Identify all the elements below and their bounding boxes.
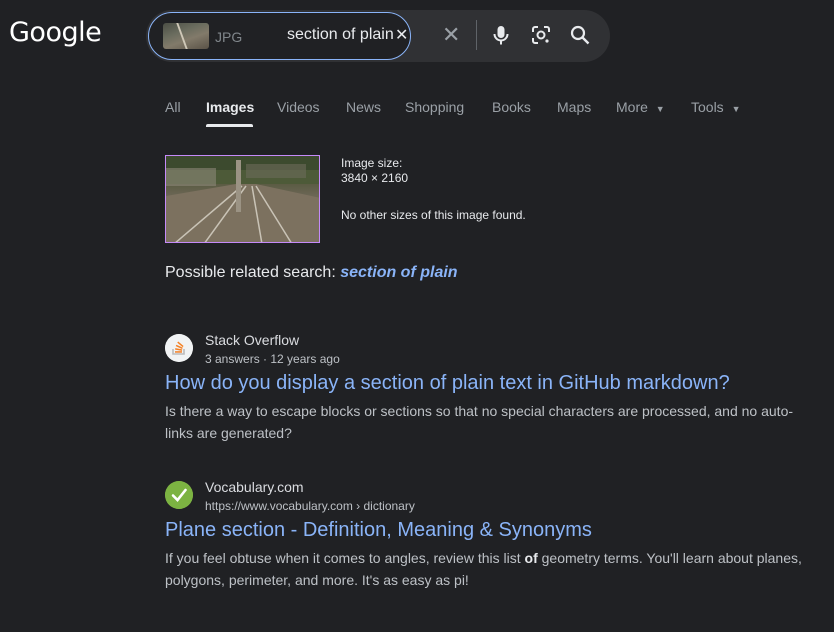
- search-result: Stack Overflow 3 answers · 12 years ago …: [165, 332, 805, 444]
- result-site-name: Vocabulary.com: [205, 479, 304, 495]
- result-title-link[interactable]: Plane section - Definition, Meaning & Sy…: [165, 519, 592, 542]
- chevron-down-icon: ▼: [655, 104, 665, 114]
- tab-all[interactable]: All: [165, 99, 181, 115]
- chevron-down-icon: ▼: [731, 104, 741, 114]
- tab-shopping[interactable]: Shopping: [405, 99, 464, 115]
- google-logo[interactable]: Google: [9, 17, 102, 48]
- related-search: Possible related search: section of plai…: [165, 264, 458, 282]
- stackoverflow-favicon[interactable]: [165, 334, 193, 362]
- related-search-link[interactable]: section of plain: [340, 264, 457, 281]
- tab-images[interactable]: Images: [206, 99, 254, 115]
- search-input[interactable]: section of plain: [287, 26, 394, 44]
- chip-label: JPG: [215, 29, 243, 45]
- chip-image-thumbnail: [163, 23, 209, 49]
- result-site-name: Stack Overflow: [205, 332, 300, 348]
- snippet-part: If you feel obtuse when it comes to angl…: [165, 550, 525, 566]
- result-title-link[interactable]: How do you display a section of plain te…: [165, 372, 730, 395]
- search-icon[interactable]: [569, 24, 591, 46]
- tab-maps[interactable]: Maps: [557, 99, 591, 115]
- tab-tools-label: Tools: [691, 99, 724, 115]
- image-size-info: Image size: 3840 × 2160: [341, 156, 408, 186]
- other-sizes-text: No other sizes of this image found.: [341, 208, 526, 222]
- search-result: Vocabulary.com https://www.vocabulary.co…: [165, 479, 805, 591]
- lens-icon[interactable]: [530, 24, 552, 46]
- tab-more[interactable]: More ▼: [616, 99, 665, 115]
- microphone-icon[interactable]: [490, 24, 512, 46]
- image-size-value: 3840 × 2160: [341, 171, 409, 185]
- result-snippet: Is there a way to escape blocks or secti…: [165, 403, 794, 441]
- result-snippet: If you feel obtuse when it comes to angl…: [165, 547, 805, 591]
- related-search-prefix: Possible related search:: [165, 264, 336, 281]
- tab-books[interactable]: Books: [492, 99, 531, 115]
- active-tab-indicator: [206, 124, 253, 127]
- tab-tools[interactable]: Tools ▼: [691, 99, 741, 115]
- snippet-highlight: of: [524, 550, 538, 566]
- clear-icon[interactable]: ✕: [442, 24, 460, 46]
- search-divider: [476, 20, 477, 50]
- vocabulary-favicon[interactable]: [165, 481, 193, 509]
- tab-more-label: More: [616, 99, 648, 115]
- image-size-label: Image size:: [341, 156, 403, 170]
- result-url: https://www.vocabulary.com › dictionary: [205, 499, 415, 513]
- tab-news[interactable]: News: [346, 99, 381, 115]
- chip-remove-icon[interactable]: ✕: [395, 25, 408, 45]
- source-image-thumbnail[interactable]: [165, 155, 320, 243]
- result-meta: 3 answers · 12 years ago: [205, 352, 340, 366]
- tab-videos[interactable]: Videos: [277, 99, 320, 115]
